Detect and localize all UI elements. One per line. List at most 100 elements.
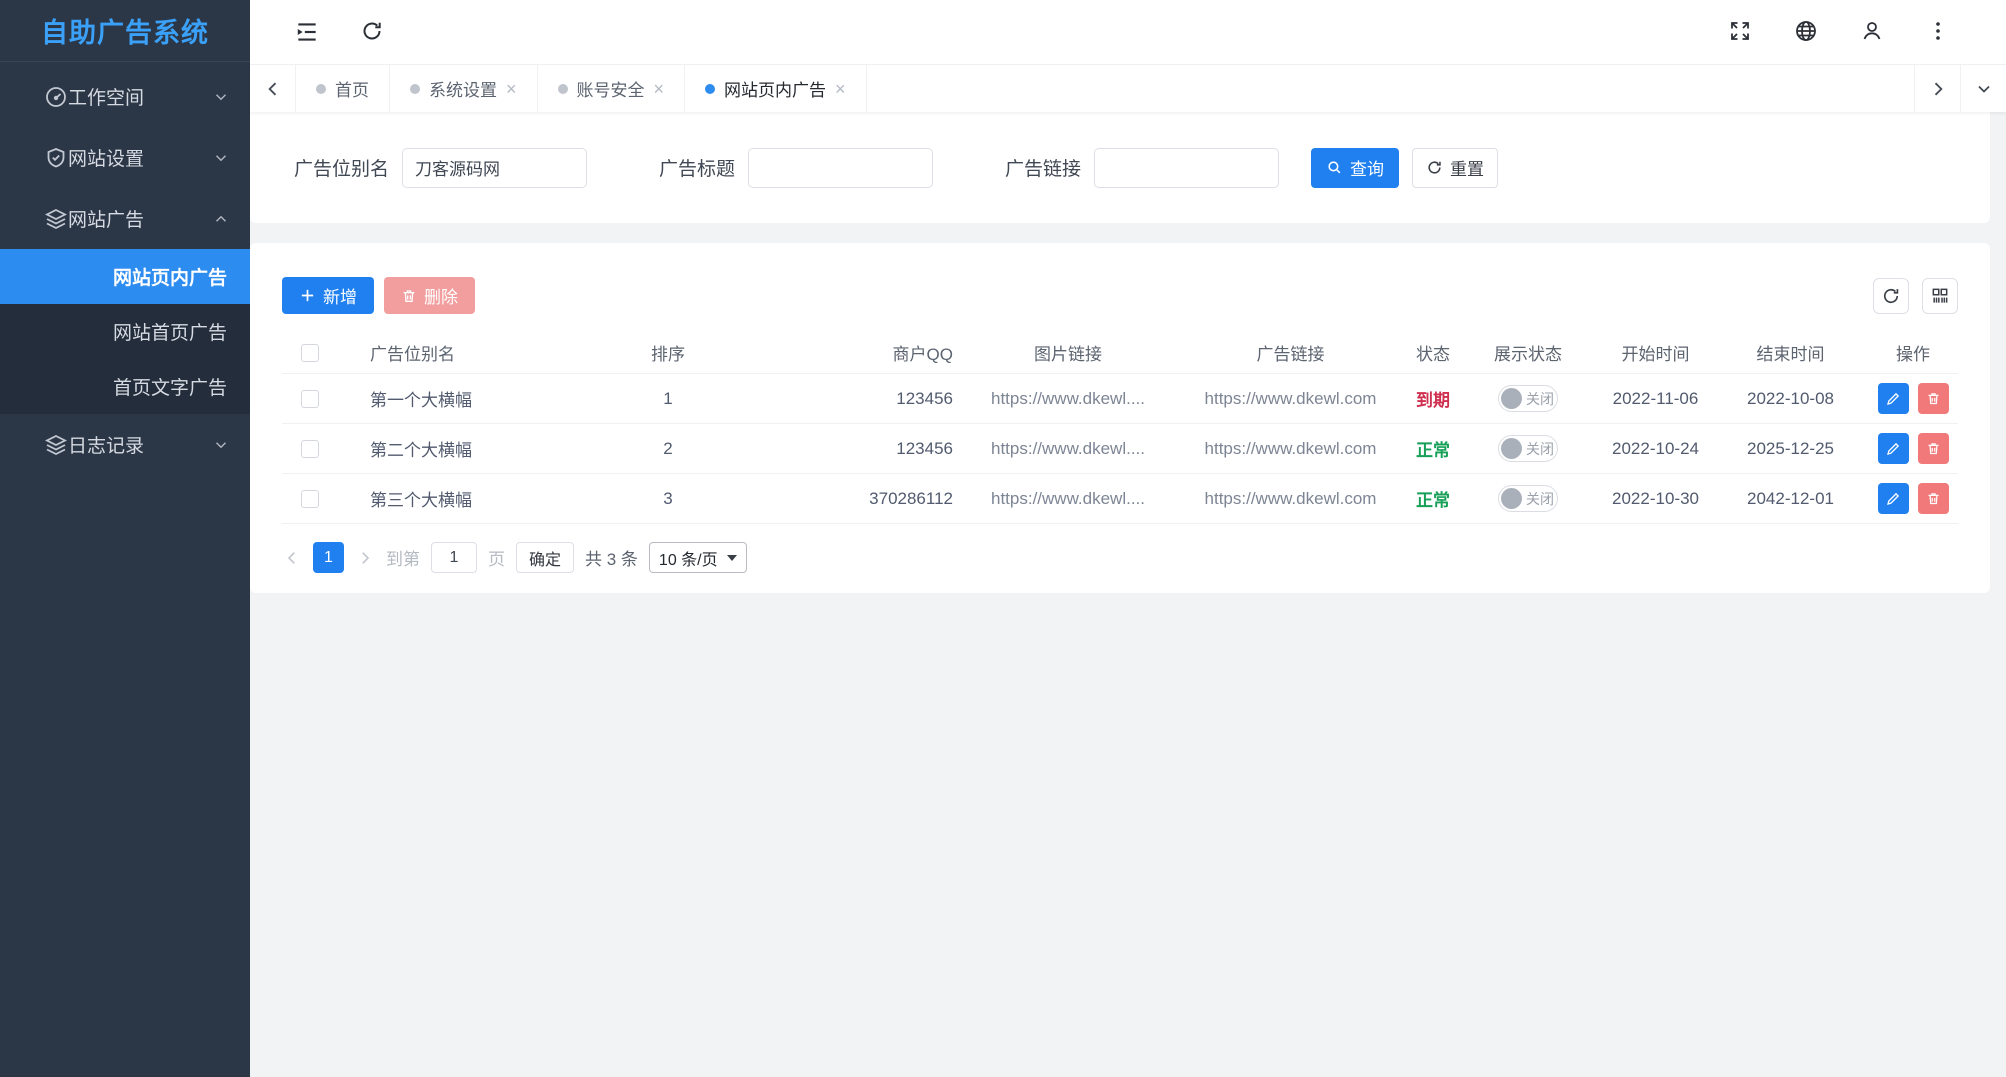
table-refresh-button[interactable]	[1873, 277, 1909, 314]
ad-link-input[interactable]	[1094, 147, 1280, 188]
prev-page-button[interactable]	[282, 549, 302, 567]
column-header: 状态	[1416, 345, 1450, 364]
ads-table: 广告位别名 排序 商户QQ 图片链接 广告链接 状态 展示状态 开始时间 结束时…	[282, 332, 1958, 524]
page-number-button[interactable]: 1	[313, 542, 344, 573]
tab-inpage-ads[interactable]: 网站页内广告 ×	[685, 65, 867, 112]
display-toggle[interactable]: 关闭	[1498, 485, 1558, 512]
status-badge: 正常	[1416, 441, 1450, 460]
sidebar-item-homepage-ads[interactable]: 网站首页广告	[0, 304, 250, 359]
sidebar-item-site-settings[interactable]: 网站设置	[0, 127, 250, 188]
column-header: 排序	[651, 345, 685, 364]
display-toggle[interactable]: 关闭	[1498, 435, 1558, 462]
sidebar-menu: 工作空间 网站设置 网站广告 网站页内广告 网站首页广告 首页文字广告 日志记录	[0, 62, 250, 475]
cell-image-link: https://www.dkewl....	[991, 488, 1145, 508]
field-ad-link: 广告链接	[1005, 147, 1280, 188]
refresh-icon	[1881, 286, 1901, 306]
sidebar-item-label: 网站设置	[68, 149, 145, 170]
tab-home[interactable]: 首页	[296, 65, 390, 112]
display-toggle[interactable]: 关闭	[1498, 385, 1558, 412]
sidebar-item-label: 网站广告	[68, 210, 145, 231]
main-area: 首页 系统设置 × 账号安全 × 网站页内广告 × 广告位别名 刀客源码网 广告…	[250, 0, 2006, 1077]
ad-title-input[interactable]	[748, 147, 934, 188]
pencil-icon	[1885, 491, 1901, 507]
tabs-scroll-left-button[interactable]	[250, 65, 296, 112]
column-header: 开始时间	[1621, 345, 1690, 364]
user-icon[interactable]	[1860, 19, 1886, 45]
cell-end-time: 2022-10-08	[1747, 388, 1834, 408]
row-checkbox[interactable]	[301, 389, 319, 408]
table-body: 第一个大横幅 1 123456 https://www.dkewl.... ht…	[282, 374, 1958, 524]
row-checkbox[interactable]	[301, 439, 319, 458]
sidebar-item-inpage-ads[interactable]: 网站页内广告	[0, 249, 250, 304]
close-icon[interactable]: ×	[654, 80, 665, 98]
table-card: 新增 删除 广告位别名 排序 商户QQ 图片链接 广告链接 状态 展示状态 开始…	[250, 243, 1990, 593]
sidebar-item-home-text-ads[interactable]: 首页文字广告	[0, 359, 250, 414]
goto-page-input[interactable]	[431, 542, 477, 573]
column-header: 商户QQ	[892, 345, 953, 364]
caret-down-icon	[726, 554, 737, 561]
more-vertical-icon[interactable]	[1926, 19, 1952, 45]
cell-order: 2	[663, 438, 673, 458]
tab-label: 账号安全	[576, 81, 645, 100]
sidebar: 自助广告系统 工作空间 网站设置 网站广告 网站页内广告 网站首页广告 首页文字…	[0, 0, 250, 1077]
ad-slot-alias-input[interactable]	[402, 147, 588, 188]
sidebar-item-label: 首页文字广告	[113, 378, 228, 399]
pagination: 1 到第 页 确定 共 3 条 10 条/页	[282, 542, 1958, 573]
tabs-scroll-right-button[interactable]	[1914, 65, 1960, 112]
cell-start-time: 2022-11-06	[1612, 388, 1699, 408]
query-button[interactable]: 查询	[1311, 147, 1400, 188]
close-icon[interactable]: ×	[506, 80, 517, 98]
column-header: 图片链接	[1034, 345, 1102, 364]
app-title: 自助广告系统	[41, 18, 209, 48]
row-checkbox[interactable]	[301, 489, 319, 508]
cell-ad-link: https://www.dkewl.com	[1204, 438, 1377, 458]
table-row: 第一个大横幅 1 123456 https://www.dkewl.... ht…	[282, 374, 1958, 424]
cell-start-time: 2022-10-30	[1612, 488, 1699, 508]
cell-alias: 第三个大横幅	[370, 491, 472, 510]
tab-dot	[705, 83, 716, 94]
cell-image-link: https://www.dkewl....	[991, 388, 1145, 408]
select-all-checkbox[interactable]	[301, 343, 319, 362]
goto-confirm-button[interactable]: 确定	[516, 542, 575, 573]
sidebar-item-logs[interactable]: 日志记录	[0, 414, 250, 475]
total-count-label: 共 3 条	[585, 550, 638, 569]
next-page-button[interactable]	[355, 549, 375, 567]
reset-button[interactable]: 重置	[1412, 147, 1499, 188]
sidebar-item-label: 日志记录	[68, 436, 145, 457]
column-settings-button[interactable]	[1922, 277, 1958, 314]
refresh-icon[interactable]	[360, 19, 386, 45]
page-size-select[interactable]: 10 条/页	[648, 542, 747, 573]
globe-icon[interactable]	[1794, 19, 1820, 45]
topbar	[250, 0, 2006, 64]
column-header: 广告链接	[1256, 345, 1325, 364]
pencil-icon	[1885, 441, 1901, 457]
field-label: 广告位别名	[294, 159, 390, 180]
edit-button[interactable]	[1877, 483, 1909, 514]
row-delete-button[interactable]	[1917, 483, 1949, 514]
pencil-icon	[1885, 391, 1901, 407]
tab-list: 首页 系统设置 × 账号安全 × 网站页内广告 ×	[296, 65, 867, 112]
sidebar-item-workspace[interactable]: 工作空间	[0, 66, 250, 127]
tab-system-settings[interactable]: 系统设置 ×	[390, 65, 538, 112]
toggle-label: 关闭	[1526, 390, 1554, 407]
sidebar-item-site-ads[interactable]: 网站广告	[0, 188, 250, 249]
trash-icon	[1926, 391, 1941, 406]
cell-end-time: 2025-12-25	[1747, 438, 1834, 458]
chevron-up-icon	[212, 210, 230, 228]
delete-button[interactable]: 删除	[384, 277, 475, 314]
row-delete-button[interactable]	[1917, 383, 1949, 414]
row-delete-button[interactable]	[1917, 433, 1949, 464]
fullscreen-icon[interactable]	[1728, 19, 1754, 45]
shield-check-icon	[44, 146, 68, 170]
menu-collapse-icon[interactable]	[294, 19, 320, 45]
tab-account-security[interactable]: 账号安全 ×	[538, 65, 686, 112]
close-icon[interactable]: ×	[835, 80, 846, 98]
toggle-knob	[1501, 488, 1522, 509]
edit-button[interactable]	[1877, 433, 1909, 464]
edit-button[interactable]	[1877, 383, 1909, 414]
tabs-menu-button[interactable]	[1960, 65, 2006, 112]
field-ad-title: 广告标题	[659, 147, 934, 188]
search-form: 广告位别名 广告标题 广告链接 查询	[250, 112, 1990, 223]
tab-dot	[557, 83, 568, 94]
add-button[interactable]: 新增	[282, 277, 374, 314]
